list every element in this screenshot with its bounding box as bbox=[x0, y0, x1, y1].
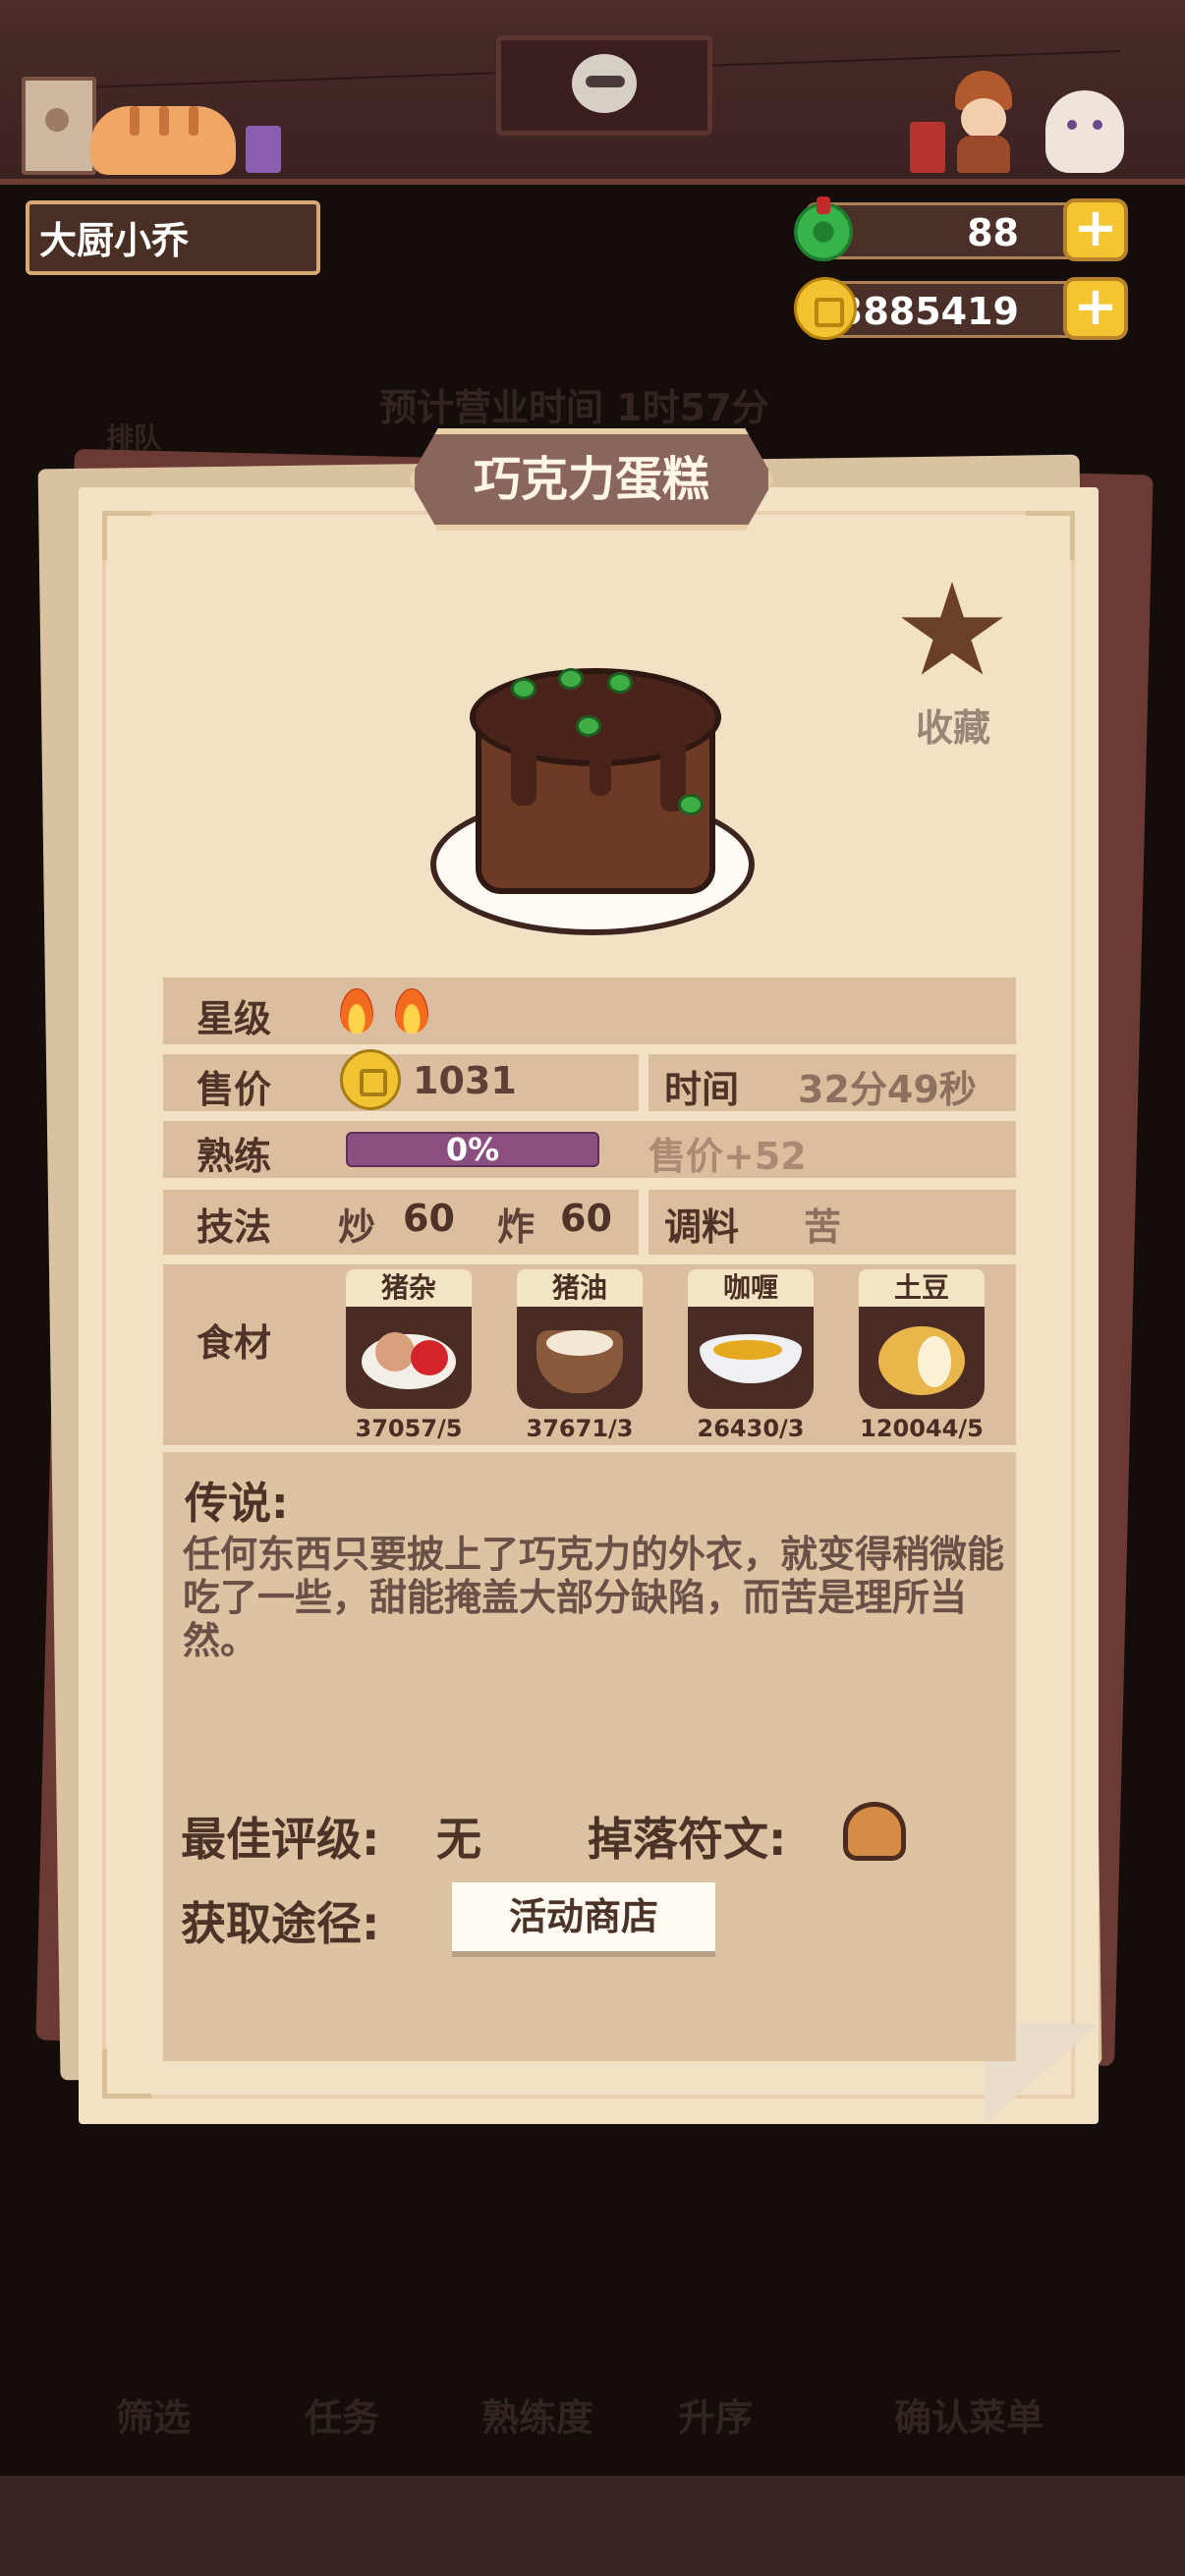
ingredient-name: 猪油 bbox=[517, 1269, 643, 1307]
rune-label: 掉落符文: bbox=[588, 1813, 787, 1866]
corner-ornament bbox=[1026, 511, 1075, 560]
red-cup-decor bbox=[910, 122, 945, 173]
coin-hole bbox=[815, 298, 844, 327]
cat-stripe bbox=[189, 106, 198, 136]
tab-sort[interactable]: 升序 bbox=[678, 2387, 753, 2441]
seasoning-label: 调料 bbox=[664, 1205, 740, 1249]
tab-filter[interactable]: 筛选 bbox=[116, 2387, 191, 2441]
mastery-percent: 0% bbox=[445, 1131, 500, 1168]
chocolate-drip bbox=[590, 753, 611, 796]
lard-icon bbox=[517, 1307, 643, 1409]
curry-icon bbox=[688, 1307, 814, 1409]
orange-cat-decor bbox=[90, 106, 236, 175]
coin-hole bbox=[360, 1069, 387, 1096]
chef-girl-character[interactable] bbox=[949, 71, 1018, 173]
skill-name: 炸 bbox=[497, 1205, 536, 1249]
coin-icon bbox=[794, 277, 857, 340]
white-cat-character[interactable] bbox=[1045, 90, 1124, 173]
add-jade-button[interactable]: + bbox=[1063, 198, 1128, 261]
ingredient-offal[interactable]: 猪杂 37057/5 bbox=[346, 1269, 472, 1442]
ingredient-potato[interactable]: 土豆 120044/5 bbox=[859, 1269, 985, 1442]
ingredient-name: 猪杂 bbox=[346, 1269, 472, 1307]
corner-ornament bbox=[102, 511, 151, 560]
sprout-decor bbox=[678, 794, 704, 815]
sprout-decor bbox=[607, 672, 633, 694]
jade-icon bbox=[794, 196, 853, 261]
bottom-strip bbox=[0, 2476, 1185, 2576]
event-shop-button[interactable]: 活动商店 bbox=[452, 1882, 715, 1951]
purple-cup-decor bbox=[246, 126, 281, 173]
price-label: 售价 bbox=[197, 1068, 272, 1111]
seasoning-value: 苦 bbox=[804, 1205, 842, 1249]
sprout-decor bbox=[576, 715, 601, 737]
offal-icon bbox=[346, 1307, 472, 1409]
chef-body bbox=[957, 136, 1010, 173]
player-name[interactable]: 大厨小乔 bbox=[26, 200, 320, 275]
skill-name: 炒 bbox=[338, 1205, 376, 1249]
ingredient-curry[interactable]: 咖喱 26430/3 bbox=[688, 1269, 814, 1442]
cat-stripe bbox=[130, 106, 140, 136]
ingredient-name: 土豆 bbox=[859, 1269, 985, 1307]
ingredient-name: 咖喱 bbox=[688, 1269, 814, 1307]
potato-icon bbox=[859, 1307, 985, 1409]
star-label: 星级 bbox=[197, 997, 272, 1040]
ingredient-count: 37057/5 bbox=[355, 1415, 463, 1442]
mastery-label: 熟练 bbox=[197, 1135, 272, 1178]
paw-icon bbox=[45, 108, 69, 132]
rune-icon[interactable] bbox=[843, 1802, 906, 1861]
time-label: 时间 bbox=[664, 1068, 740, 1111]
potato-cut bbox=[918, 1336, 951, 1387]
sprout-decor bbox=[511, 678, 536, 700]
star-row bbox=[163, 978, 1016, 1044]
jade-knot bbox=[817, 196, 830, 214]
ingredient-count: 120044/5 bbox=[860, 1415, 984, 1442]
dish-title: 巧克力蛋糕 bbox=[473, 452, 709, 507]
skill-value: 60 bbox=[403, 1197, 455, 1240]
favorite-label[interactable]: 收藏 bbox=[884, 698, 1022, 752]
coin-icon bbox=[340, 1049, 401, 1110]
cat-eye bbox=[1067, 120, 1077, 130]
legend-text: 任何东西只要披上了巧克力的外衣，就变得稍微能吃了一些，甜能掩盖大部分缺陷，而苦是… bbox=[183, 1533, 1005, 1662]
raccoon-sign[interactable] bbox=[496, 35, 712, 136]
meat-piece bbox=[411, 1340, 448, 1375]
cat-stripe bbox=[159, 106, 169, 136]
chef-face bbox=[961, 98, 1006, 140]
tab-mastery[interactable]: 熟练度 bbox=[481, 2387, 593, 2441]
ingredient-count: 37671/3 bbox=[526, 1415, 634, 1442]
tab-tasks[interactable]: 任务 bbox=[305, 2387, 379, 2441]
mastery-bonus: 售价+52 bbox=[649, 1135, 807, 1178]
sprout-decor bbox=[558, 668, 584, 690]
price-value: 1031 bbox=[413, 1059, 517, 1102]
lard-fat bbox=[546, 1330, 613, 1356]
add-coin-button[interactable]: + bbox=[1063, 277, 1128, 340]
skill-value: 60 bbox=[560, 1197, 612, 1240]
paw-frame-decor bbox=[22, 77, 96, 175]
curry-sauce bbox=[713, 1340, 782, 1360]
confirm-menu-button[interactable]: 确认菜单 bbox=[894, 2387, 1044, 2441]
ingredient-count: 26430/3 bbox=[697, 1415, 805, 1442]
cat-eye bbox=[1093, 120, 1102, 130]
raccoon-mask bbox=[586, 76, 625, 87]
legend-title: 传说: bbox=[185, 1479, 289, 1529]
flame-icon bbox=[395, 988, 428, 1034]
time-value: 32分49秒 bbox=[798, 1068, 977, 1111]
meat-piece bbox=[375, 1332, 415, 1372]
ingredient-lard[interactable]: 猪油 37671/3 bbox=[517, 1269, 643, 1442]
corner-ornament bbox=[102, 2049, 151, 2099]
source-label: 获取途径: bbox=[181, 1897, 380, 1950]
business-time-text: 预计营业时间 1时57分 bbox=[379, 386, 769, 429]
chocolate-drip bbox=[511, 747, 536, 806]
best-rating-label: 最佳评级: bbox=[181, 1813, 380, 1866]
bottom-tab-bar: 筛选 任务 熟练度 升序 确认菜单 bbox=[79, 2378, 1120, 2456]
skill-label: 技法 bbox=[197, 1205, 272, 1249]
ingredients-label: 食材 bbox=[197, 1321, 272, 1365]
best-rating-value: 无 bbox=[436, 1813, 481, 1866]
flame-icon bbox=[340, 988, 373, 1034]
